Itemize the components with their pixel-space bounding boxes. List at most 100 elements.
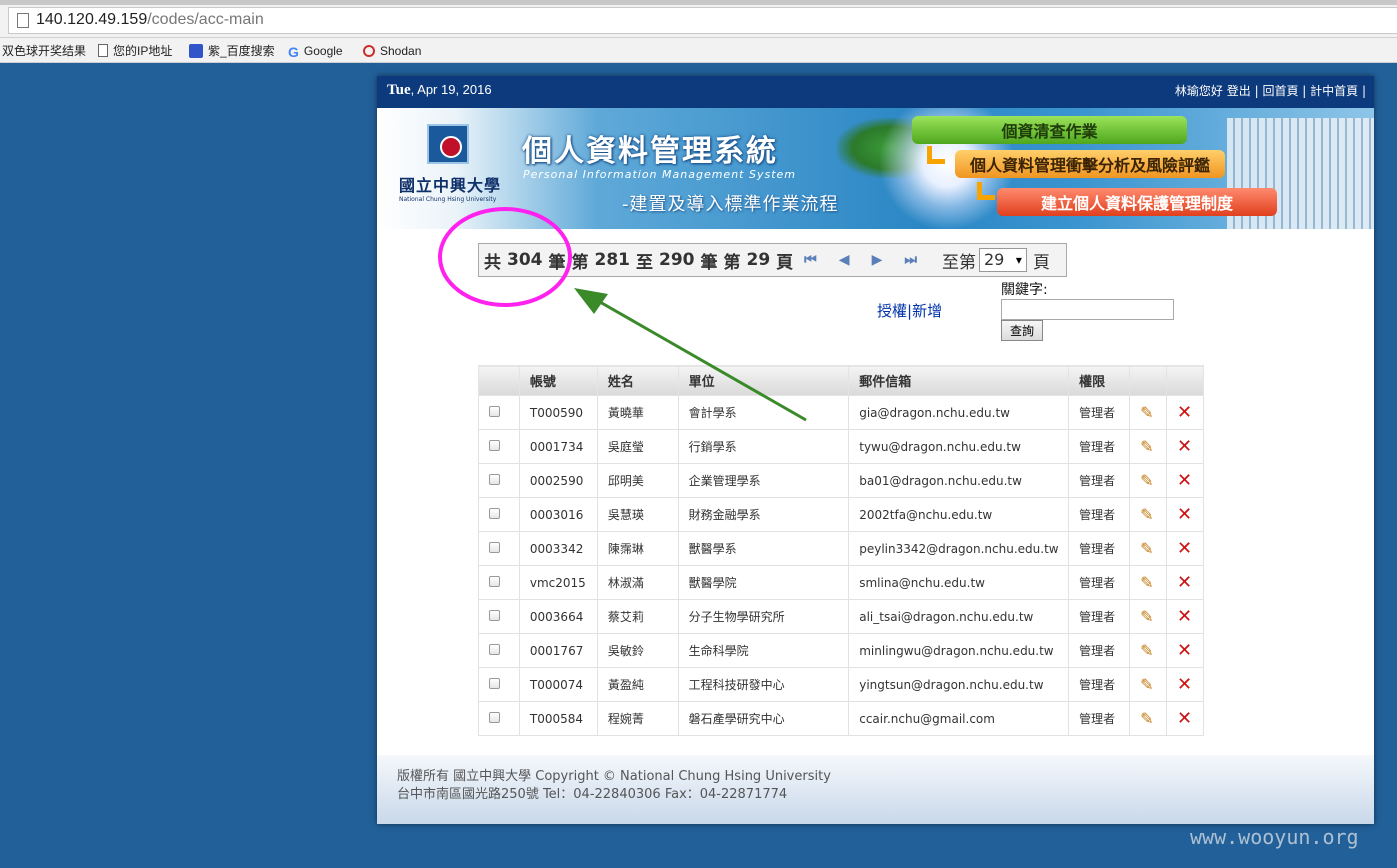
- address-field[interactable]: 140.120.49.159/codes/acc-main: [8, 7, 1397, 34]
- search-button[interactable]: 查詢: [1001, 320, 1043, 341]
- name-cell: 邱明美: [596, 463, 679, 498]
- email-cell: gia@dragon.nchu.edu.tw: [848, 395, 1070, 430]
- header-role[interactable]: 權限: [1068, 365, 1131, 396]
- header-email[interactable]: 郵件信箱: [848, 365, 1070, 396]
- unit-cell: 工程科技研發中心: [677, 667, 850, 702]
- bookmark-shodan[interactable]: Shodan: [363, 42, 421, 59]
- delete-cell: ✕: [1166, 633, 1204, 668]
- delete-x-icon[interactable]: ✕: [1177, 708, 1192, 729]
- bookmark-lottery[interactable]: 双色球开奖结果: [2, 42, 86, 59]
- home-link[interactable]: 回首頁: [1262, 84, 1298, 98]
- delete-x-icon[interactable]: ✕: [1177, 572, 1192, 593]
- page-prefix: 第: [723, 252, 741, 273]
- row-checkbox[interactable]: [489, 609, 500, 621]
- row-checkbox[interactable]: [489, 711, 500, 723]
- account-cell: T000584: [518, 701, 598, 736]
- delete-x-icon[interactable]: ✕: [1177, 606, 1192, 627]
- edit-pencil-icon[interactable]: ✎: [1140, 505, 1153, 524]
- table-row: 0001767 吳敏鈴 生命科學院 minlingwu@dragon.nchu.edu…: [478, 633, 1204, 668]
- edit-pencil-icon[interactable]: ✎: [1140, 641, 1153, 660]
- unit-cell: 獸醫學系: [677, 531, 850, 566]
- delete-x-icon[interactable]: ✕: [1177, 674, 1192, 695]
- edit-pencil-icon[interactable]: ✎: [1140, 709, 1153, 728]
- delete-x-icon[interactable]: ✕: [1177, 640, 1192, 661]
- delete-x-icon[interactable]: ✕: [1177, 538, 1192, 559]
- edit-cell: ✎: [1129, 463, 1167, 498]
- edit-pencil-icon[interactable]: ✎: [1140, 539, 1153, 558]
- watermark: www.wooyun.org: [1190, 825, 1359, 849]
- action-links: 授權|新增: [877, 302, 943, 320]
- edit-pencil-icon[interactable]: ✎: [1140, 403, 1153, 422]
- bookmark-label: 紫_百度搜索: [208, 44, 275, 58]
- unit-cell: 財務金融學系: [677, 497, 850, 532]
- row-checkbox[interactable]: [489, 405, 500, 417]
- first-page-icon[interactable]: ⏮: [804, 252, 817, 268]
- delete-x-icon[interactable]: ✕: [1177, 436, 1192, 457]
- prev-page-icon[interactable]: ◀: [839, 252, 850, 268]
- university-emblem-icon: [427, 124, 469, 164]
- edit-cell: ✎: [1129, 565, 1167, 600]
- delete-cell: ✕: [1166, 531, 1204, 566]
- current-page: 29: [746, 250, 771, 270]
- edit-pencil-icon[interactable]: ✎: [1140, 607, 1153, 626]
- range-to: 290: [659, 250, 695, 270]
- email-cell: peylin3342@dragon.nchu.edu.tw: [848, 531, 1070, 566]
- edit-pencil-icon[interactable]: ✎: [1140, 573, 1153, 592]
- delete-x-icon[interactable]: ✕: [1177, 402, 1192, 423]
- row-select-cell: [478, 633, 520, 668]
- email-cell: 2002tfa@nchu.edu.tw: [848, 497, 1070, 532]
- row-checkbox[interactable]: [489, 643, 500, 655]
- name-cell: 陳霈琳: [596, 531, 679, 566]
- next-page-icon[interactable]: ▶: [872, 252, 883, 268]
- google-g-icon: G: [288, 43, 299, 60]
- unit-cell: 獸醫學院: [677, 565, 850, 600]
- name-cell: 吳庭瑩: [596, 429, 679, 464]
- logo-text-cn: 國立中興大學: [399, 176, 502, 195]
- edit-pencil-icon[interactable]: ✎: [1140, 675, 1153, 694]
- name-cell: 程婉菁: [596, 701, 679, 736]
- table-row: vmc2015 林淑滿 獸醫學院 smlina@nchu.edu.tw 管理者 ✎ ✕: [478, 565, 1204, 600]
- unit-cell: 磐石產學研究中心: [677, 701, 850, 736]
- row-checkbox[interactable]: [489, 677, 500, 689]
- center-home-link[interactable]: 計中首頁: [1310, 84, 1358, 98]
- edit-cell: ✎: [1129, 531, 1167, 566]
- unit-cell: 分子生物學研究所: [677, 599, 850, 634]
- row-checkbox[interactable]: [489, 507, 500, 519]
- email-cell: ccair.nchu@gmail.com: [848, 701, 1070, 736]
- name-cell: 吳敏鈴: [596, 633, 679, 668]
- authorize-link[interactable]: 授權: [877, 302, 907, 320]
- delete-cell: ✕: [1166, 565, 1204, 600]
- row-select-cell: [478, 463, 520, 498]
- edit-pencil-icon[interactable]: ✎: [1140, 437, 1153, 456]
- unit-label: 筆: [700, 252, 718, 273]
- row-checkbox[interactable]: [489, 575, 500, 587]
- page-unit: 頁: [776, 252, 794, 273]
- last-page-icon[interactable]: ⏭: [904, 252, 917, 268]
- name-cell: 蔡艾莉: [596, 599, 679, 634]
- email-cell: tywu@dragon.nchu.edu.tw: [848, 429, 1070, 464]
- delete-cell: ✕: [1166, 497, 1204, 532]
- bookmark-baidu[interactable]: 紫_百度搜索: [189, 42, 275, 59]
- bookmark-google[interactable]: G Google: [288, 42, 343, 60]
- row-checkbox[interactable]: [489, 473, 500, 485]
- edit-cell: ✎: [1129, 701, 1167, 736]
- bookmark-ip-address[interactable]: 您的IP地址: [98, 42, 172, 59]
- annotation-arrow: [574, 288, 807, 422]
- delete-x-icon[interactable]: ✕: [1177, 504, 1192, 525]
- add-link[interactable]: 新增: [912, 302, 942, 320]
- keyword-input[interactable]: [1001, 299, 1174, 320]
- row-checkbox[interactable]: [489, 439, 500, 451]
- row-select-cell: [478, 429, 520, 464]
- system-subtitle: -建置及導入標準作業流程: [622, 194, 839, 215]
- edit-pencil-icon[interactable]: ✎: [1140, 471, 1153, 490]
- logout-link[interactable]: 登出: [1227, 84, 1251, 98]
- account-cell: T000074: [518, 667, 598, 702]
- account-cell: 0003664: [518, 599, 598, 634]
- page-select[interactable]: 29: [978, 248, 1027, 272]
- email-cell: smlina@nchu.edu.tw: [848, 565, 1070, 600]
- url-text[interactable]: 140.120.49.159/codes/acc-main: [36, 11, 264, 29]
- row-checkbox[interactable]: [489, 541, 500, 553]
- bookmark-label: 您的IP地址: [113, 44, 173, 58]
- role-cell: 管理者: [1068, 497, 1131, 532]
- delete-x-icon[interactable]: ✕: [1177, 470, 1192, 491]
